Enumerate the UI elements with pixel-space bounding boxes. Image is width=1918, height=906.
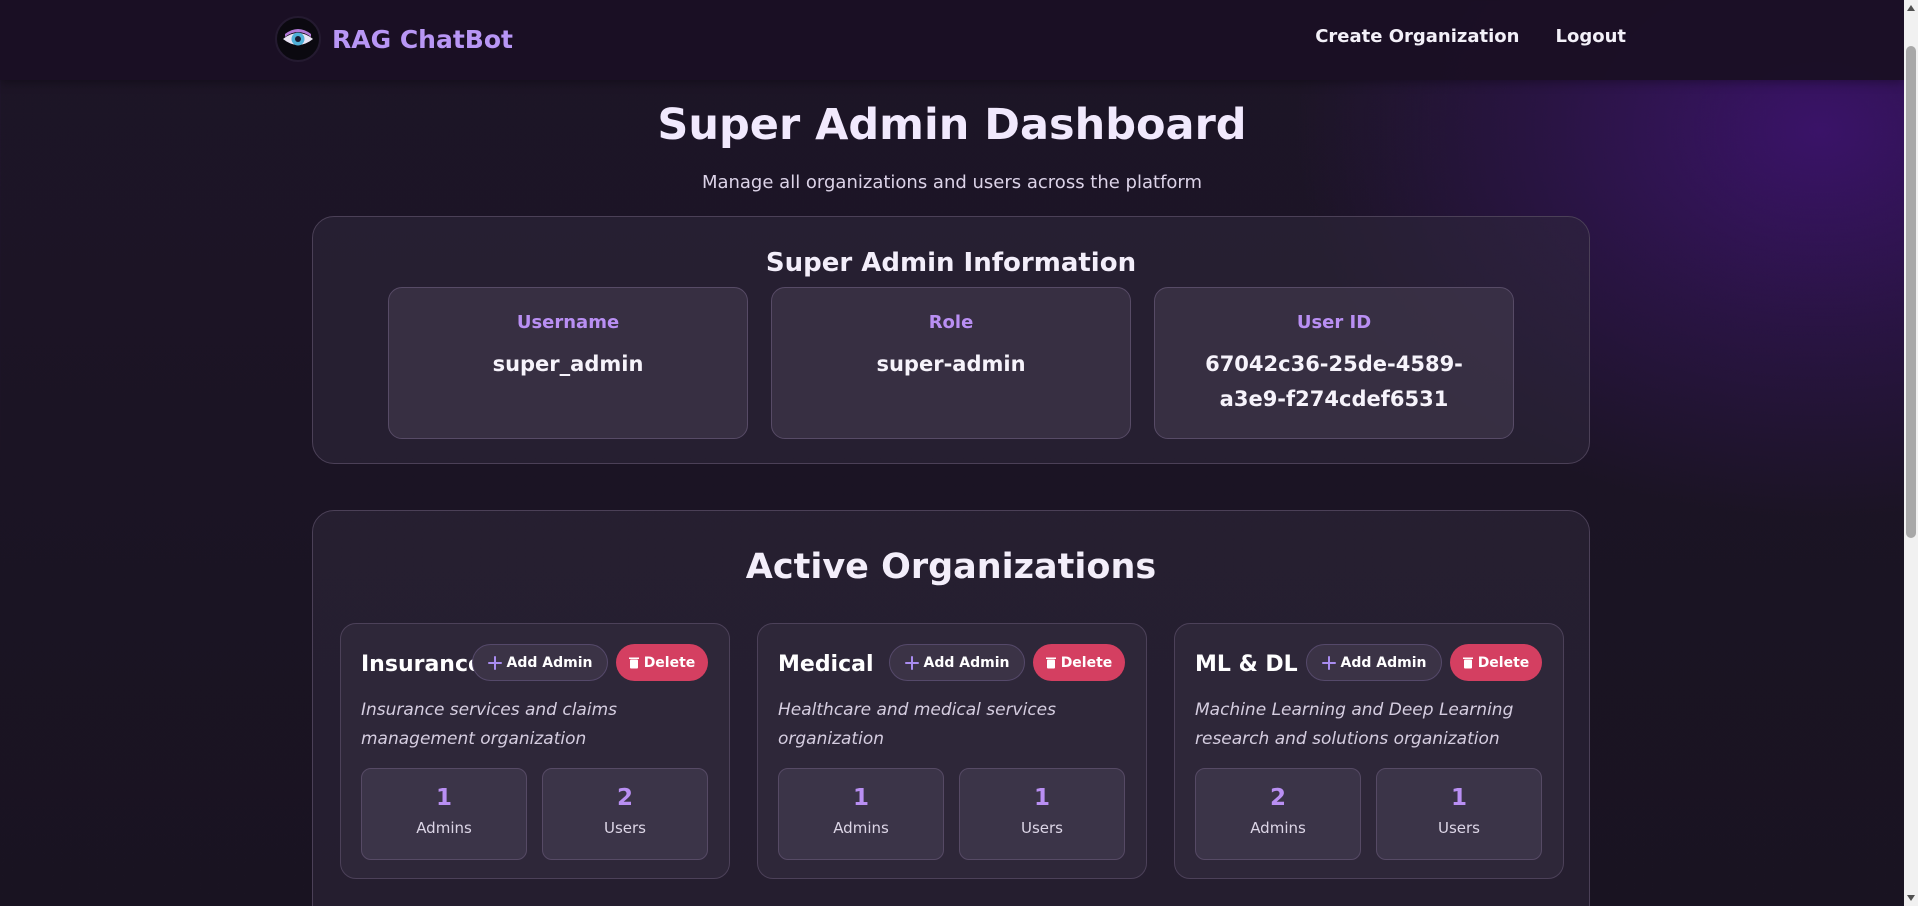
users-label: Users — [1020, 819, 1063, 837]
eye-logo-icon — [275, 16, 321, 62]
trash-icon — [1462, 657, 1473, 669]
org-card-ml-dl: ML & DL Add Admin Delete Machine Learnin… — [1174, 623, 1564, 879]
plus-icon — [1321, 655, 1336, 670]
users-stat: 2 Users — [542, 768, 708, 860]
admins-label: Admins — [833, 819, 889, 837]
scroll-thumb[interactable] — [1906, 46, 1916, 538]
admins-count: 1 — [435, 785, 452, 811]
create-organization-link[interactable]: Create Organization — [1315, 26, 1519, 47]
add-admin-button[interactable]: Add Admin — [472, 644, 608, 681]
admins-label: Admins — [416, 819, 472, 837]
logout-link[interactable]: Logout — [1555, 26, 1626, 47]
org-name: Insurance — [361, 652, 483, 677]
users-label: Users — [1437, 819, 1480, 837]
users-label: Users — [603, 819, 646, 837]
users-stat: 1 Users — [1376, 768, 1542, 860]
org-name: ML & DL — [1195, 652, 1298, 677]
page-subtitle: Manage all organizations and users acros… — [701, 172, 1203, 193]
admins-count: 1 — [852, 785, 869, 811]
active-organizations-panel: Active Organizations Insurance Add Admin… — [312, 510, 1590, 906]
delete-button[interactable]: Delete — [616, 644, 708, 681]
admins-stat: 1 Admins — [361, 768, 527, 860]
delete-label: Delete — [643, 654, 696, 671]
brand-name: RAG ChatBot — [332, 24, 513, 54]
org-card-medical: Medical Add Admin Delete Healthcare and … — [757, 623, 1147, 879]
org-name: Medical — [778, 652, 874, 677]
add-admin-button[interactable]: Add Admin — [889, 644, 1025, 681]
user-id-card: User ID 67042c36-25de-4589-a3e9-f274cdef… — [1154, 287, 1514, 439]
add-admin-label: Add Admin — [506, 654, 593, 671]
username-card: Username super_admin — [388, 287, 748, 439]
scroll-down-arrow-icon[interactable] — [1907, 895, 1915, 901]
scroll-up-arrow-icon[interactable] — [1907, 5, 1915, 11]
delete-label: Delete — [1060, 654, 1113, 671]
super-admin-info-panel: Super Admin Information Username super_a… — [312, 216, 1590, 464]
org-description: Insurance services and claims management… — [361, 700, 617, 749]
delete-button[interactable]: Delete — [1450, 644, 1542, 681]
navbar: RAG ChatBot Create Organization Logout — [0, 0, 1904, 80]
users-count: 2 — [616, 785, 633, 811]
users-count: 1 — [1033, 785, 1050, 811]
add-admin-button[interactable]: Add Admin — [1306, 644, 1442, 681]
add-admin-label: Add Admin — [1340, 654, 1427, 671]
organizations-title: Active Organizations — [745, 547, 1157, 587]
username-value: super_admin — [492, 352, 644, 376]
add-admin-label: Add Admin — [923, 654, 1010, 671]
nav-links: Create Organization Logout — [1279, 26, 1626, 47]
org-description: Healthcare and medical services organiza… — [778, 700, 1057, 749]
page-title: Super Admin Dashboard — [657, 100, 1247, 150]
trash-icon — [1045, 657, 1056, 669]
admins-count: 2 — [1269, 785, 1286, 811]
admins-stat: 1 Admins — [778, 768, 944, 860]
role-value: super-admin — [876, 352, 1026, 376]
users-count: 1 — [1450, 785, 1467, 811]
delete-label: Delete — [1477, 654, 1530, 671]
delete-button[interactable]: Delete — [1033, 644, 1125, 681]
org-card-insurance: Insurance Add Admin Delete Insurance ser… — [340, 623, 730, 879]
trash-icon — [628, 657, 639, 669]
plus-icon — [487, 655, 502, 670]
plus-icon — [904, 655, 919, 670]
users-stat: 1 Users — [959, 768, 1125, 860]
admins-stat: 2 Admins — [1195, 768, 1361, 860]
user-id-value: 67042c36-25de-4589-a3e9-f274cdef6531 — [1205, 352, 1463, 411]
user-id-label: User ID — [1296, 312, 1372, 333]
admins-label: Admins — [1250, 819, 1306, 837]
brand[interactable]: RAG ChatBot — [275, 16, 513, 62]
page-scrollbar[interactable] — [1904, 0, 1918, 906]
org-description: Machine Learning and Deep Learning resea… — [1195, 700, 1514, 749]
username-label: Username — [516, 312, 620, 333]
info-panel-title: Super Admin Information — [765, 248, 1137, 278]
role-card: Role super-admin — [771, 287, 1131, 439]
role-label: Role — [928, 312, 974, 333]
